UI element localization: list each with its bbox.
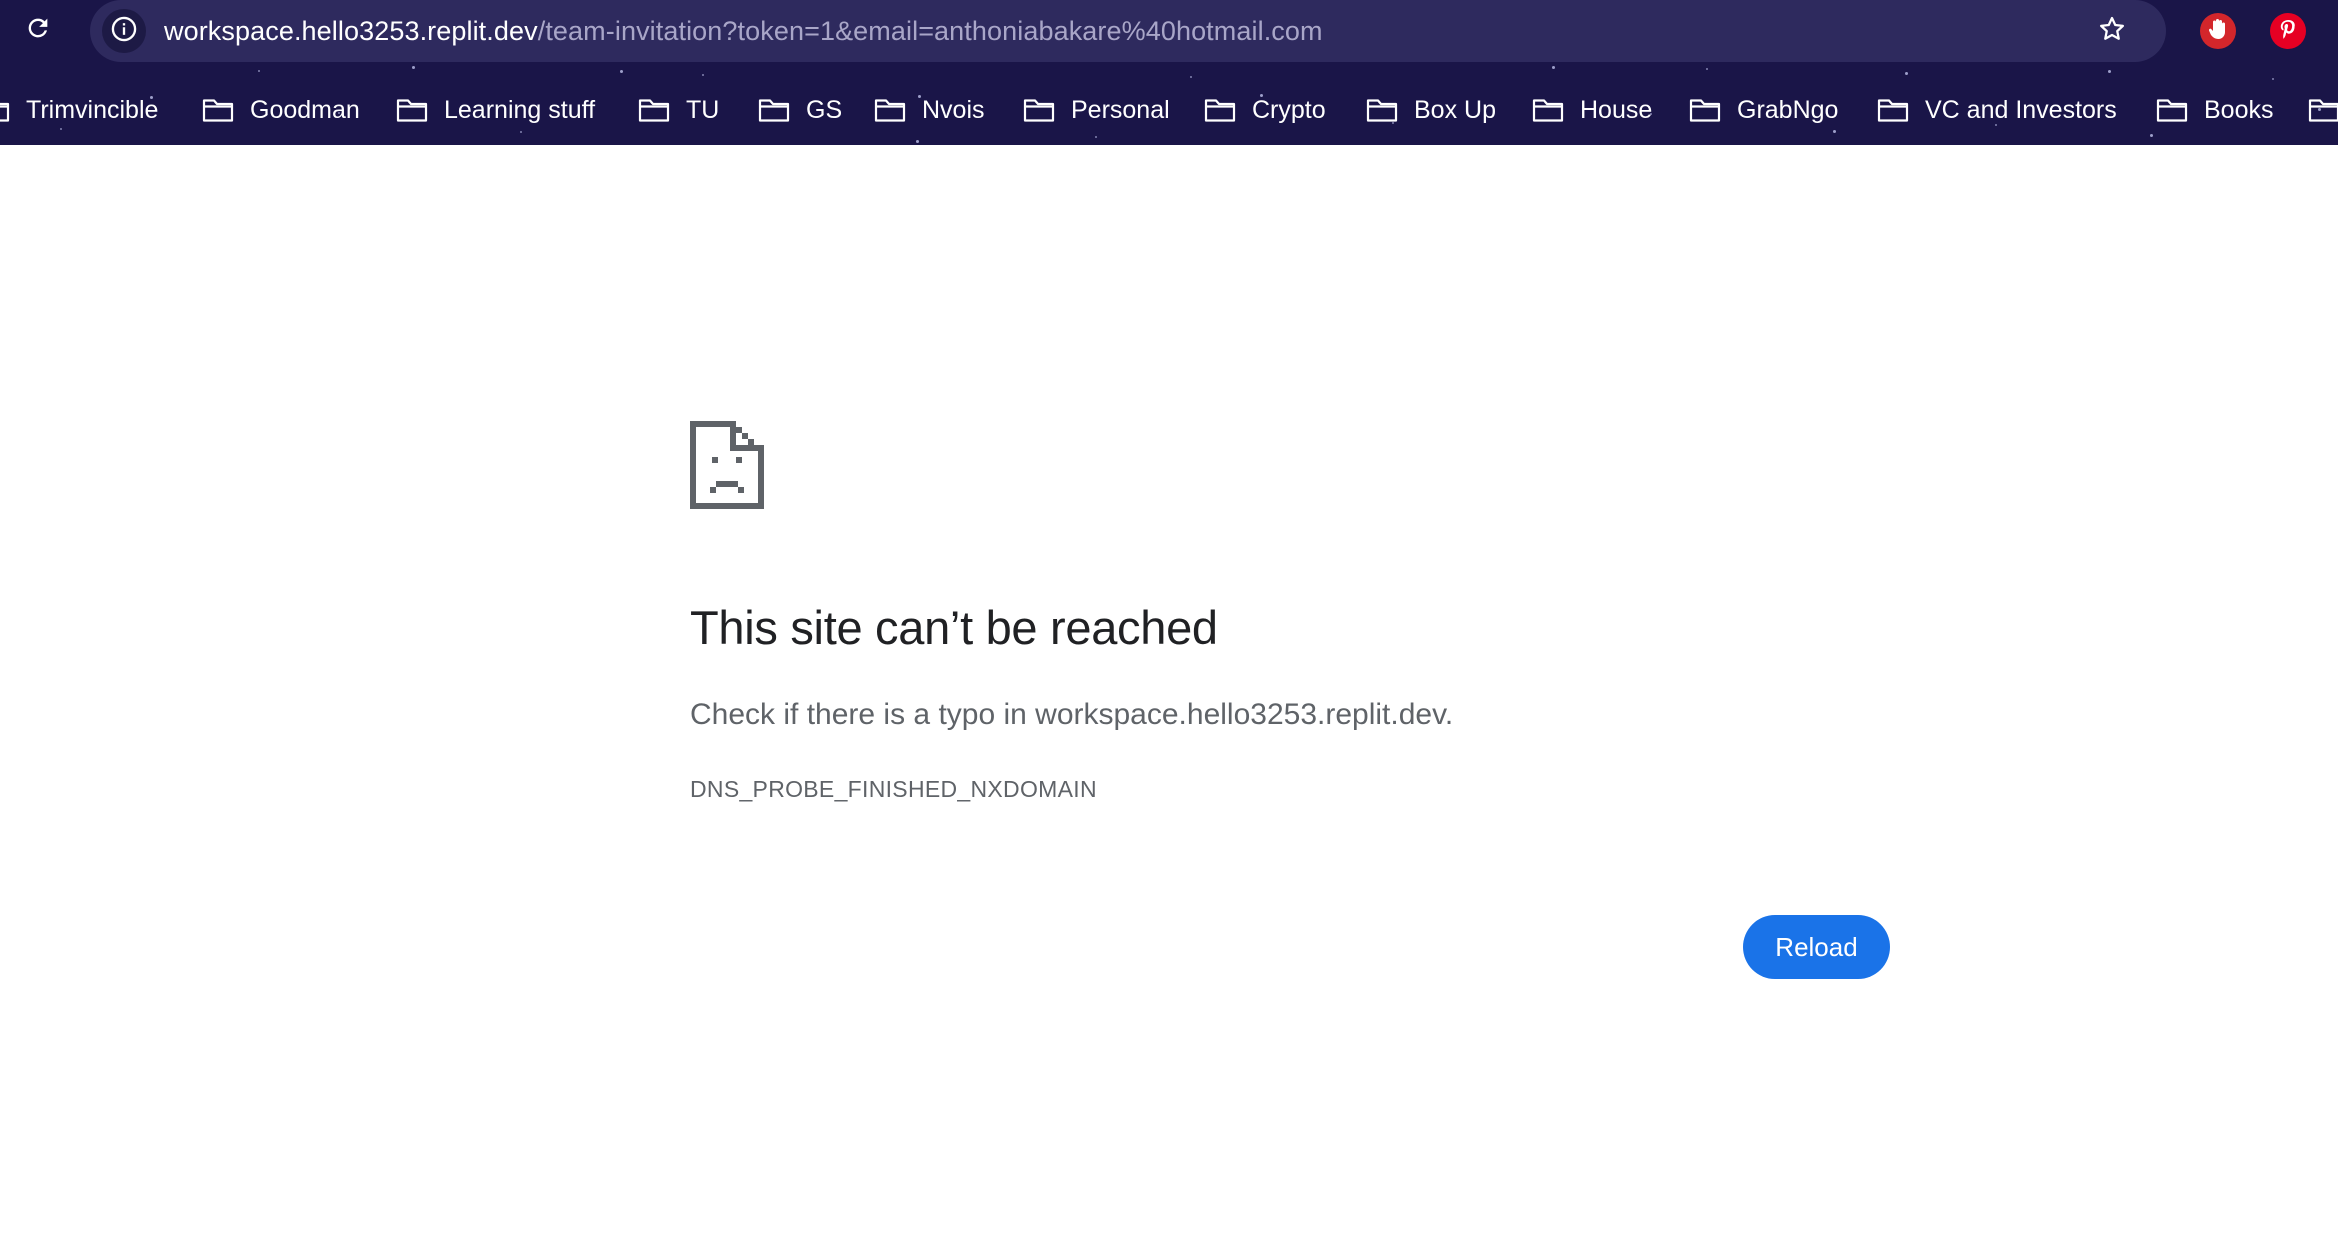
bookmark-folder[interactable]: Crypto xyxy=(1204,82,1326,138)
folder-icon xyxy=(396,97,444,123)
pinterest-icon xyxy=(2276,17,2300,46)
bookmark-page-button[interactable] xyxy=(2092,11,2132,51)
bookmark-label: GrabNgo xyxy=(1737,95,1839,124)
bookmark-folder[interactable]: TU xyxy=(638,82,719,138)
error-code: DNS_PROBE_FINISHED_NXDOMAIN xyxy=(690,776,1097,802)
reload-icon xyxy=(24,14,52,47)
bookmark-label: Personal xyxy=(1071,95,1170,124)
address-bar[interactable]: workspace.hello3253.replit.dev/team-invi… xyxy=(90,0,2166,62)
bookmark-folder[interactable]: Trimvincible xyxy=(0,82,158,138)
folder-icon xyxy=(1204,97,1252,123)
bookmark-label: Books xyxy=(2204,95,2274,124)
bookmark-label: VC and Investors xyxy=(1925,95,2117,124)
star-icon xyxy=(2097,14,2127,49)
bookmark-folder[interactable]: VC and Investors xyxy=(1877,82,2117,138)
folder-icon xyxy=(0,97,26,123)
bookmark-label: GS xyxy=(806,95,843,124)
folder-icon xyxy=(1532,97,1580,123)
reload-button[interactable]: Reload xyxy=(1743,915,1890,979)
bookmark-folder[interactable]: Learning stuff xyxy=(396,82,595,138)
browser-toolbar: workspace.hello3253.replit.dev/team-invi… xyxy=(0,0,2338,62)
site-info-button[interactable] xyxy=(102,9,146,53)
error-message: Check if there is a typo in workspace.he… xyxy=(690,698,1454,731)
extension-stop-button[interactable] xyxy=(2200,13,2236,49)
bookmark-label: Learning stuff xyxy=(444,95,596,124)
url-path: /team-invitation?token=1&email=anthoniab… xyxy=(537,16,1323,46)
sad-document-icon xyxy=(690,421,764,509)
folder-icon xyxy=(1877,97,1925,123)
bookmarks-bar: Trimvincible Goodman Learning stuff TU GS Nvo… xyxy=(0,82,2338,138)
bookmark-folder[interactable]: Nvois xyxy=(874,82,985,138)
folder-icon xyxy=(2308,97,2338,123)
browser-chrome: workspace.hello3253.replit.dev/team-invi… xyxy=(0,0,2338,145)
folder-icon xyxy=(2156,97,2204,123)
bookmark-label: Trimvincible xyxy=(26,95,159,124)
url-host: workspace.hello3253.replit.dev xyxy=(164,16,538,46)
url-text[interactable]: workspace.hello3253.replit.dev/team-invi… xyxy=(164,0,1323,62)
bookmark-folder[interactable]: Goodman xyxy=(202,82,360,138)
bookmark-folder[interactable]: GS xyxy=(758,82,842,138)
bookmark-label: Crypto xyxy=(1252,95,1326,124)
browser-reload-button[interactable] xyxy=(18,10,58,50)
bookmark-label: Box Up xyxy=(1414,95,1496,124)
bookmark-folder[interactable]: Personal xyxy=(1023,82,1170,138)
bookmark-folder[interactable]: GrabNgo xyxy=(1689,82,1838,138)
bookmark-label: Goodman xyxy=(250,95,360,124)
info-icon xyxy=(110,15,138,48)
folder-icon xyxy=(1366,97,1414,123)
folder-icon xyxy=(874,97,922,123)
folder-icon xyxy=(1023,97,1071,123)
stop-hand-icon xyxy=(2207,17,2229,46)
bookmark-folder[interactable]: Books xyxy=(2156,82,2273,138)
bookmark-label: TU xyxy=(686,95,720,124)
bookmark-label: Nvois xyxy=(922,95,985,124)
folder-icon xyxy=(202,97,250,123)
extension-pinterest-button[interactable] xyxy=(2270,13,2306,49)
bookmark-folder[interactable]: House xyxy=(1532,82,1652,138)
folder-icon xyxy=(758,97,806,123)
bookmark-label: House xyxy=(1580,95,1653,124)
error-title: This site can’t be reached xyxy=(690,601,1218,654)
bookmark-folder[interactable]: Box Up xyxy=(1366,82,1496,138)
bookmark-folder[interactable] xyxy=(2308,82,2338,138)
folder-icon xyxy=(638,97,686,123)
folder-icon xyxy=(1689,97,1737,123)
